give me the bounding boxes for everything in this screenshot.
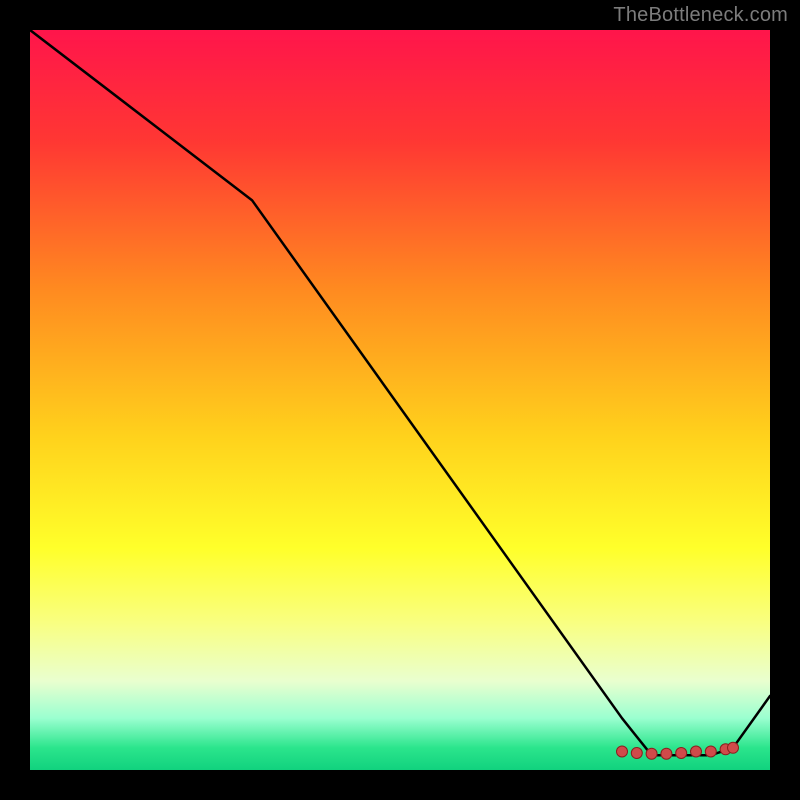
plot-frame [30,30,770,770]
marker-dot [705,746,716,757]
marker-dot [661,748,672,759]
marker-dot [646,748,657,759]
plot-svg [30,30,770,770]
marker-dot [676,748,687,759]
marker-dot [691,746,702,757]
gradient-rect [30,30,770,770]
marker-dot [617,746,628,757]
marker-dot [728,742,739,753]
marker-dot [631,748,642,759]
chart-stage: TheBottleneck.com [0,0,800,800]
watermark-text: TheBottleneck.com [613,4,788,27]
